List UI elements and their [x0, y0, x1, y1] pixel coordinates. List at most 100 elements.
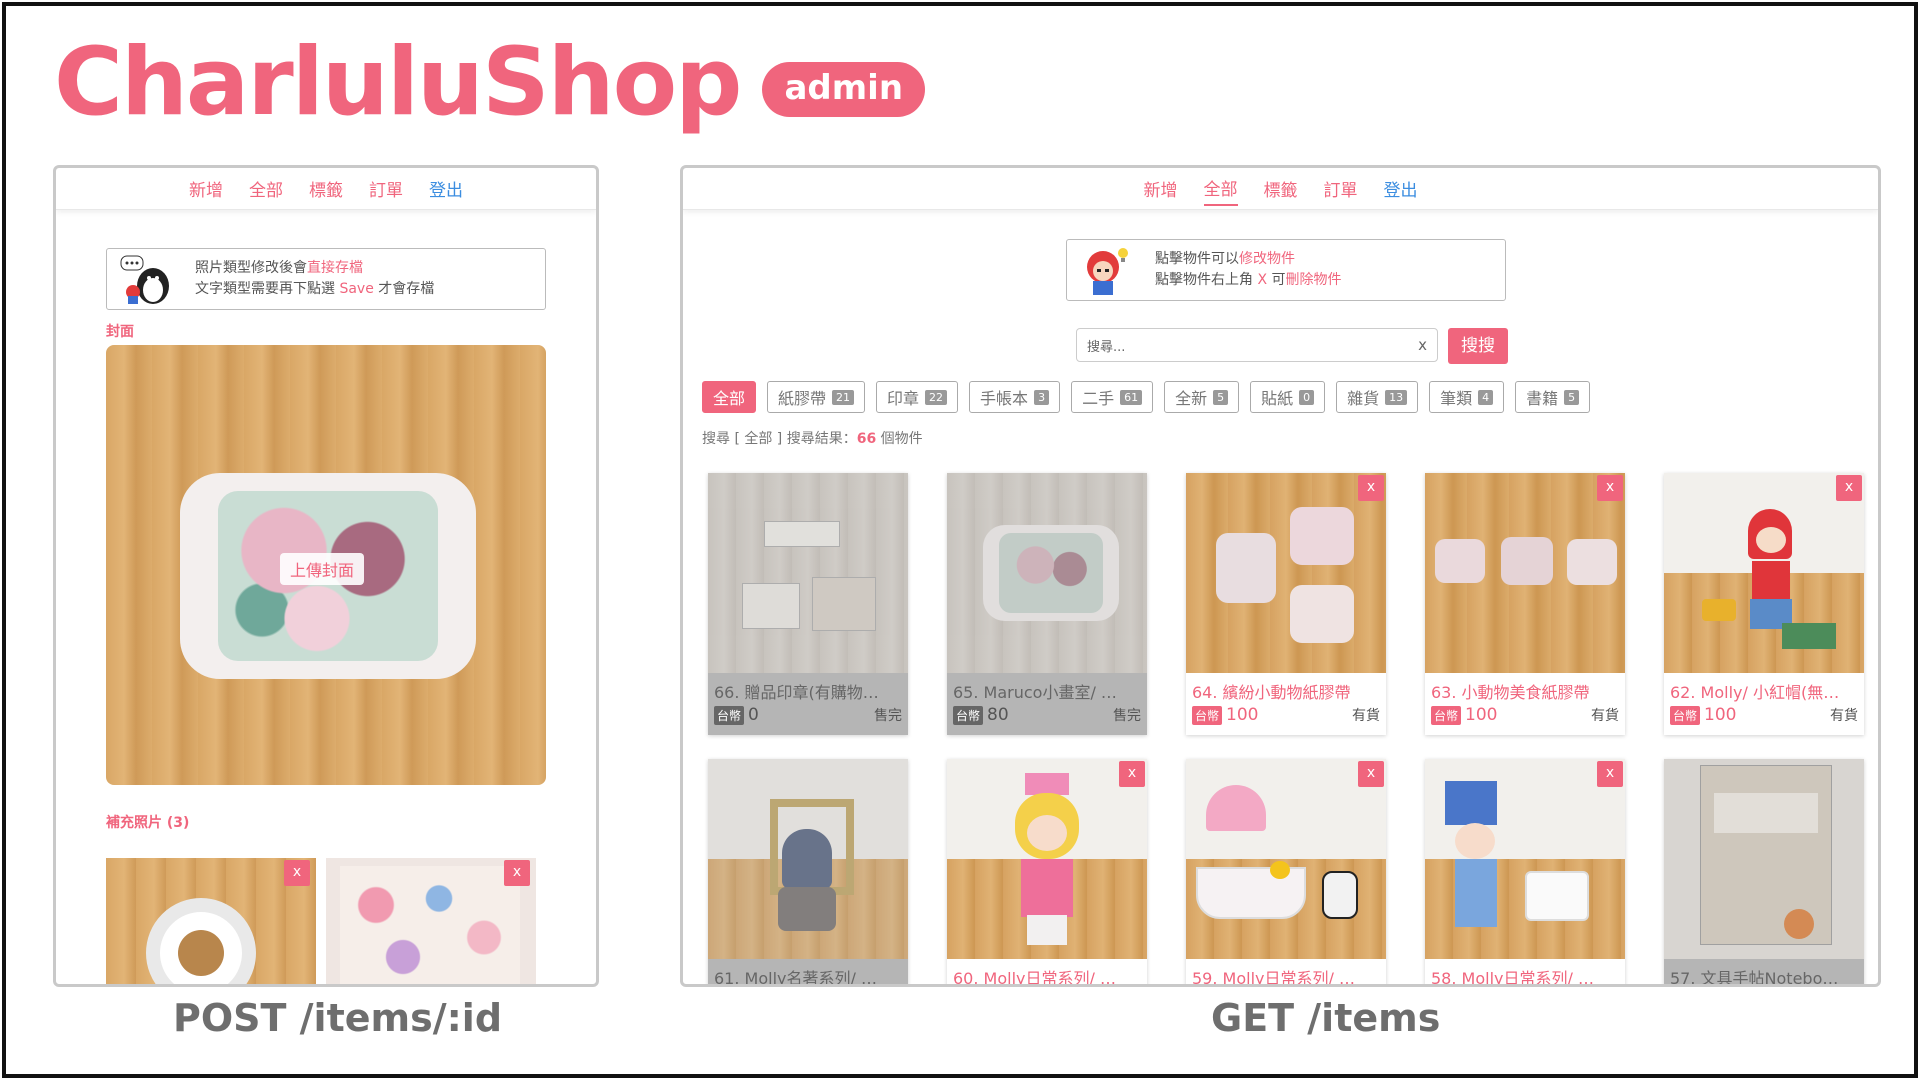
currency-badge: 台幣 [953, 705, 984, 725]
item-photo [1664, 759, 1864, 959]
tip-text-line1: 照片類型修改後會 [195, 260, 307, 276]
tag-filter-brand-new[interactable]: 全新 5 [1164, 381, 1240, 413]
item-photo: x [1664, 473, 1864, 673]
tip-text-line2-end: 才會存檔 [373, 281, 435, 297]
tag-filter-notebooks[interactable]: 手帳本 3 [969, 381, 1061, 413]
item-card-66[interactable]: 66. 贈品印章(有購物… 台幣 0 售完 [708, 473, 908, 735]
edit-item-panel: 新增 全部 標籤 訂單 登出 照片類型修改後會直接存檔 文字類型需要再下點選 S… [53, 165, 599, 987]
item-card-60[interactable]: x 60. Molly日常系列/ … [947, 759, 1147, 987]
delete-item-button[interactable]: x [1597, 761, 1623, 787]
tag-filter-all[interactable]: 全部 [702, 381, 757, 413]
item-list-panel: 新增 全部 標籤 訂單 登出 點擊物件可以修改物件 點擊物件右上角 X 可刪除物… [680, 165, 1881, 987]
search-clear-icon[interactable]: x [1418, 336, 1427, 354]
delete-item-button[interactable]: x [1358, 475, 1384, 501]
item-photo: x [1186, 473, 1386, 673]
tip-highlight-x: X [1257, 272, 1268, 288]
nav-add[interactable]: 新增 [189, 172, 223, 205]
tag-count-badge: 21 [832, 389, 855, 405]
right-caption: GET /items [1211, 996, 1441, 1040]
item-card-59[interactable]: x 59. Molly日常系列/ … [1186, 759, 1386, 987]
extra-photos-label: 補充照片 (3) [106, 815, 190, 831]
nav-orders[interactable]: 訂單 [1324, 172, 1358, 205]
item-photo [947, 473, 1147, 673]
delete-item-button[interactable]: x [1597, 475, 1623, 501]
delete-photo-2-button[interactable]: x [504, 860, 530, 886]
tag-filter-washi-tape[interactable]: 紙膠帶 21 [767, 381, 866, 413]
cover-label: 封面 [106, 324, 134, 340]
tag-label: 全新 [1175, 389, 1208, 408]
upload-cover-button[interactable]: 上傳封面 [280, 553, 365, 585]
tip-text-line1: 點擊物件可以 [1155, 251, 1239, 267]
delete-item-button[interactable]: x [1358, 761, 1384, 787]
item-card-58[interactable]: x 58. Molly日常系列/ … [1425, 759, 1625, 984]
item-card-61[interactable]: 61. Molly名著系列/ … [708, 759, 908, 987]
tag-count-badge: 5 [1564, 389, 1580, 405]
left-caption: POST /items/:id [173, 996, 503, 1040]
stock-status: 有貨 [1352, 708, 1380, 724]
nav-tags[interactable]: 標籤 [309, 172, 343, 205]
tag-filter-stamps[interactable]: 印章 22 [876, 381, 959, 413]
cover-image[interactable]: 上傳封面 [106, 345, 546, 785]
tag-label: 雜貨 [1347, 389, 1380, 408]
item-card-62[interactable]: x 62. Molly/ 小紅帽(無… 台幣 100 有貨 [1664, 473, 1864, 735]
currency-badge: 台幣 [1431, 705, 1462, 725]
tag-filter-stickers[interactable]: 貼紙 0 [1250, 381, 1326, 413]
tag-label: 手帳本 [980, 389, 1029, 408]
sticker-book-photo [340, 866, 520, 984]
item-card-57[interactable]: 57. 文具手帖Notebo… [1664, 759, 1864, 984]
tag-count-badge: 0 [1299, 389, 1315, 405]
item-photo: x [1425, 473, 1625, 673]
tip-highlight-direct-save: 直接存檔 [307, 260, 363, 276]
item-photo: x [1186, 759, 1386, 959]
item-meta: 台幣 0 售完 [708, 703, 908, 727]
stock-status: 有貨 [1830, 708, 1858, 724]
nav-add[interactable]: 新增 [1144, 172, 1178, 205]
tag-filter-misc[interactable]: 雜貨 13 [1336, 381, 1419, 413]
tip-highlight-edit: 修改物件 [1239, 251, 1295, 267]
item-name: 61. Molly名著系列/ … [714, 969, 877, 987]
nav-all[interactable]: 全部 [1203, 171, 1238, 206]
nav-tags[interactable]: 標籤 [1264, 172, 1298, 205]
item-card-64[interactable]: x 64. 繽紛小動物紙膠帶 台幣 100 有貨 [1186, 473, 1386, 735]
tag-label: 紙膠帶 [778, 389, 827, 408]
item-name: 64. 繽紛小動物紙膠帶 [1192, 683, 1351, 702]
item-meta: 台幣 100 有貨 [1664, 703, 1864, 727]
list-tip-text: 點擊物件可以修改物件 點擊物件右上角 X 可刪除物件 [1155, 249, 1342, 291]
tag-label: 全部 [713, 389, 746, 408]
extra-photo-2[interactable]: x [326, 858, 536, 984]
coffee-cup-photo [146, 898, 256, 984]
tag-count-badge: 61 [1120, 389, 1143, 405]
currency-badge: 台幣 [714, 705, 745, 725]
nav-logout[interactable]: 登出 [1384, 172, 1418, 205]
search-input[interactable]: 搜尋... x [1076, 328, 1438, 362]
item-card-65[interactable]: 65. Maruco小畫室/ … 台幣 80 售完 [947, 473, 1147, 735]
item-name: 60. Molly日常系列/ … [953, 969, 1116, 987]
delete-item-button[interactable]: x [1119, 761, 1145, 787]
item-meta: 台幣 80 售完 [947, 703, 1147, 727]
result-suffix: 個物件 [876, 431, 923, 447]
tag-filter-secondhand[interactable]: 二手 61 [1071, 381, 1154, 413]
edit-tip-text: 照片類型修改後會直接存檔 文字類型需要再下點選 Save 才會存檔 [195, 258, 434, 300]
nav-orders[interactable]: 訂單 [369, 172, 403, 205]
penguin-mascot-icon [119, 252, 173, 306]
search-placeholder: 搜尋... [1087, 339, 1126, 355]
item-card-63[interactable]: x 63. 小動物美食紙膠帶 台幣 100 有貨 [1425, 473, 1625, 735]
item-price: 100 [1704, 705, 1737, 725]
item-price: 80 [987, 705, 1009, 725]
nav-all[interactable]: 全部 [249, 172, 283, 205]
brand-title: CharluluShop [54, 28, 742, 137]
tag-filter-pens[interactable]: 筆類 4 [1429, 381, 1505, 413]
stock-status: 售完 [874, 708, 902, 724]
item-meta: 台幣 100 有貨 [1186, 703, 1386, 727]
extra-photo-1[interactable]: x [106, 858, 316, 984]
delete-photo-1-button[interactable]: x [284, 860, 310, 886]
item-name: 62. Molly/ 小紅帽(無… [1670, 683, 1840, 702]
nav-logout[interactable]: 登出 [429, 172, 463, 205]
tag-filter-books[interactable]: 書籍 5 [1515, 381, 1591, 413]
item-photo [708, 759, 908, 959]
delete-item-button[interactable]: x [1836, 475, 1862, 501]
search-button[interactable]: 搜搜 [1448, 328, 1508, 364]
item-name: 59. Molly日常系列/ … [1192, 969, 1355, 987]
slide-frame: CharluluShop admin 新增 全部 標籤 訂單 登出 照片類型修改… [2, 2, 1918, 1078]
tag-label: 書籍 [1526, 389, 1559, 408]
